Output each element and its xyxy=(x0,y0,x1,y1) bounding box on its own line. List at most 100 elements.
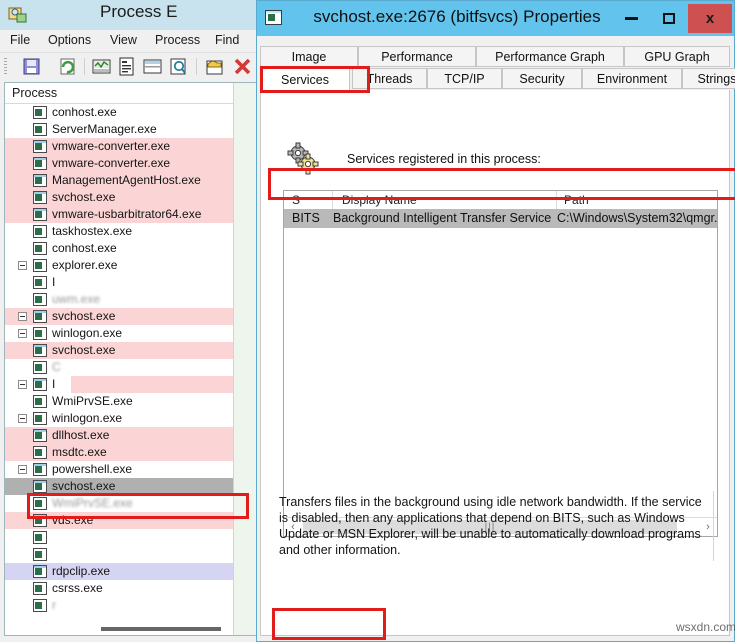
dialog-body: ImagePerformancePerformance GraphGPU Gra… xyxy=(257,36,734,641)
process-row[interactable]: dllhost.exe xyxy=(5,427,233,444)
dialog-titlebar[interactable]: svchost.exe:2676 (bitfsvcs) Properties x xyxy=(257,1,734,36)
process-row[interactable]: vmware-converter.exe xyxy=(5,138,233,155)
process-list-hscroll-thumb[interactable] xyxy=(101,627,221,631)
dll-view-icon[interactable] xyxy=(143,57,162,76)
tree-collapse-icon[interactable] xyxy=(18,414,27,423)
kill-process-icon[interactable] xyxy=(233,57,252,76)
column-divider[interactable] xyxy=(556,191,557,209)
process-row[interactable]: uwm.exe xyxy=(5,291,233,308)
process-icon xyxy=(33,123,47,136)
process-row[interactable]: I xyxy=(5,274,233,291)
process-row[interactable]: csrss.exe xyxy=(5,580,233,597)
process-icon xyxy=(33,157,47,170)
services-list-row[interactable]: BITS Background Intelligent Transfer Ser… xyxy=(284,209,717,228)
process-row[interactable]: conhost.exe xyxy=(5,104,233,121)
tree-collapse-icon[interactable] xyxy=(18,465,27,474)
process-row[interactable]: rdpclip.exe xyxy=(5,563,233,580)
menu-find[interactable]: Find xyxy=(215,33,239,47)
tab-environment[interactable]: Environment xyxy=(582,68,682,89)
process-row[interactable]: vmware-converter.exe xyxy=(5,155,233,172)
process-row[interactable]: I xyxy=(5,376,233,393)
find-window-icon[interactable] xyxy=(169,57,188,76)
process-row[interactable]: winlogon.exe xyxy=(5,410,233,427)
toolbar-separator xyxy=(196,58,197,75)
services-list-header[interactable]: S Display Name Path xyxy=(284,191,717,210)
services-column-path[interactable]: Path xyxy=(564,193,589,207)
process-icon xyxy=(33,225,47,238)
process-row[interactable] xyxy=(5,529,233,546)
process-icon xyxy=(33,378,47,391)
process-icon xyxy=(33,429,47,442)
column-divider[interactable] xyxy=(332,191,333,209)
tree-collapse-icon[interactable] xyxy=(18,329,27,338)
process-row[interactable]: C xyxy=(5,359,233,376)
properties-dialog: svchost.exe:2676 (bitfsvcs) Properties x… xyxy=(256,0,735,642)
services-column-s[interactable]: S xyxy=(292,193,300,207)
menu-file[interactable]: File xyxy=(10,33,30,47)
process-row[interactable] xyxy=(5,546,233,563)
process-list-hscrollbar[interactable] xyxy=(5,625,233,635)
process-row[interactable]: powershell.exe xyxy=(5,461,233,478)
save-icon[interactable] xyxy=(22,57,41,76)
process-row[interactable]: WmiPrvSE.exe xyxy=(5,495,233,512)
process-row[interactable]: svchost.exe xyxy=(5,478,233,495)
process-rows[interactable]: conhost.exeServerManager.exevmware-conve… xyxy=(5,104,233,614)
tab-strings[interactable]: Strings xyxy=(682,68,735,89)
description-divider xyxy=(713,491,714,561)
maximize-button[interactable] xyxy=(650,4,688,33)
tab-performance-graph[interactable]: Performance Graph xyxy=(476,46,624,67)
process-row[interactable]: ServerManager.exe xyxy=(5,121,233,138)
process-row[interactable]: msdtc.exe xyxy=(5,444,233,461)
minimize-icon xyxy=(625,17,638,20)
tab-threads[interactable]: Threads xyxy=(352,68,427,89)
process-row[interactable]: WmiPrvSE.exe xyxy=(5,393,233,410)
process-name: winlogon.exe xyxy=(52,411,122,425)
process-row[interactable]: winlogon.exe xyxy=(5,325,233,342)
process-icon xyxy=(33,259,47,272)
process-row[interactable]: r xyxy=(5,597,233,614)
refresh-icon[interactable] xyxy=(58,57,77,76)
process-name: conhost.exe xyxy=(52,105,117,119)
process-icon xyxy=(33,327,47,340)
tab-performance[interactable]: Performance xyxy=(358,46,476,67)
tree-collapse-icon[interactable] xyxy=(18,380,27,389)
close-button[interactable]: x xyxy=(688,4,732,33)
process-icon xyxy=(33,310,47,323)
process-row[interactable]: conhost.exe xyxy=(5,240,233,257)
process-row[interactable]: vmware-usbarbitrator64.exe xyxy=(5,206,233,223)
tree-collapse-icon[interactable] xyxy=(18,261,27,270)
process-row[interactable]: explorer.exe xyxy=(5,257,233,274)
system-info-icon[interactable] xyxy=(92,57,111,76)
process-name: taskhostex.exe xyxy=(52,224,132,238)
menu-view[interactable]: View xyxy=(110,33,137,47)
process-explorer-toolbar xyxy=(0,52,262,80)
toolbar-grip[interactable] xyxy=(4,58,7,75)
tab-gpu-graph[interactable]: GPU Graph xyxy=(624,46,730,67)
find-handle-icon[interactable] xyxy=(205,57,224,76)
tab-services[interactable]: Services xyxy=(260,68,350,91)
procexp-icon xyxy=(8,5,28,25)
services-list[interactable]: S Display Name Path BITS Background Intell… xyxy=(283,190,718,537)
menu-process[interactable]: Process xyxy=(155,33,200,47)
services-column-display-name[interactable]: Display Name xyxy=(342,193,417,207)
tab-tcp-ip[interactable]: TCP/IP xyxy=(427,68,502,89)
tab-image[interactable]: Image xyxy=(260,46,358,67)
process-row[interactable]: svchost.exe xyxy=(5,308,233,325)
process-name: C xyxy=(52,360,61,374)
process-row[interactable]: ManagementAgentHost.exe xyxy=(5,172,233,189)
process-row[interactable]: taskhostex.exe xyxy=(5,223,233,240)
process-name: powershell.exe xyxy=(52,462,132,476)
process-list-panel[interactable]: Process conhost.exeServerManager.exevmwa… xyxy=(4,82,260,636)
process-icon xyxy=(33,208,47,221)
process-row[interactable]: svchost.exe xyxy=(5,189,233,206)
menu-options[interactable]: Options xyxy=(48,33,91,47)
tree-collapse-icon[interactable] xyxy=(18,312,27,321)
process-row[interactable]: vds.exe xyxy=(5,512,233,529)
minimize-button[interactable] xyxy=(612,4,650,33)
process-column-header[interactable]: Process xyxy=(5,83,259,104)
process-row[interactable]: svchost.exe xyxy=(5,342,233,359)
process-icon xyxy=(33,463,47,476)
tab-security[interactable]: Security xyxy=(502,68,582,89)
properties-icon[interactable] xyxy=(117,57,136,76)
process-icon xyxy=(33,293,47,306)
